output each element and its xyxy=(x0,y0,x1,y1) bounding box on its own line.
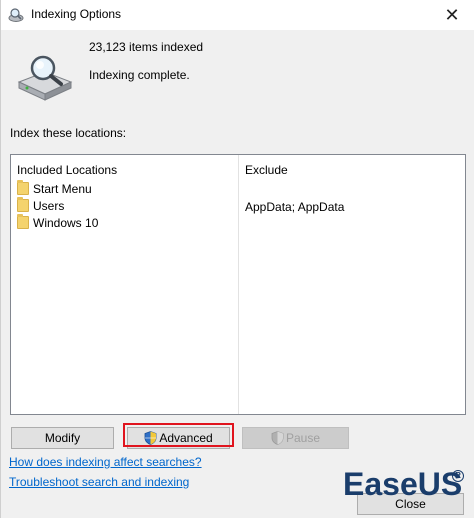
column-divider xyxy=(238,155,239,414)
troubleshoot-link[interactable]: Troubleshoot search and indexing xyxy=(9,475,189,489)
how-indexing-link[interactable]: How does indexing affect searches? xyxy=(9,455,202,469)
column-header-exclude[interactable]: Exclude xyxy=(245,163,288,177)
registered-mark: R xyxy=(452,470,464,482)
easeus-watermark: EaseUS xyxy=(343,466,463,502)
highlight-box xyxy=(123,423,234,447)
column-header-included[interactable]: Included Locations xyxy=(17,163,117,177)
pause-button[interactable]: Pause xyxy=(242,427,349,449)
title-bar: Indexing Options ✕ xyxy=(1,0,474,30)
location-label: Start Menu xyxy=(33,182,92,196)
locations-list[interactable]: Included Locations Exclude Start Menu Us… xyxy=(10,154,466,415)
uac-shield-icon xyxy=(271,431,284,445)
window-title: Indexing Options xyxy=(31,7,122,21)
indexing-options-window: Indexing Options ✕ 23,123 items indexed … xyxy=(0,0,474,518)
location-label: Windows 10 xyxy=(33,216,99,230)
drive-search-icon xyxy=(17,55,73,101)
modify-label: Modify xyxy=(44,431,81,445)
indexing-status: Indexing complete. xyxy=(89,68,190,82)
location-label: Users xyxy=(33,199,65,213)
items-indexed-count: 23,123 items indexed xyxy=(89,40,204,54)
folder-icon xyxy=(17,214,29,229)
folder-icon xyxy=(17,197,29,212)
pause-label: Pause xyxy=(285,431,321,445)
close-window-button[interactable]: ✕ xyxy=(437,2,467,28)
exclude-value: AppData; AppData xyxy=(245,200,345,214)
modify-button[interactable]: Modify xyxy=(11,427,114,449)
indexing-options-icon xyxy=(8,8,24,22)
section-label: Index these locations: xyxy=(10,126,127,140)
folder-icon xyxy=(17,180,29,195)
